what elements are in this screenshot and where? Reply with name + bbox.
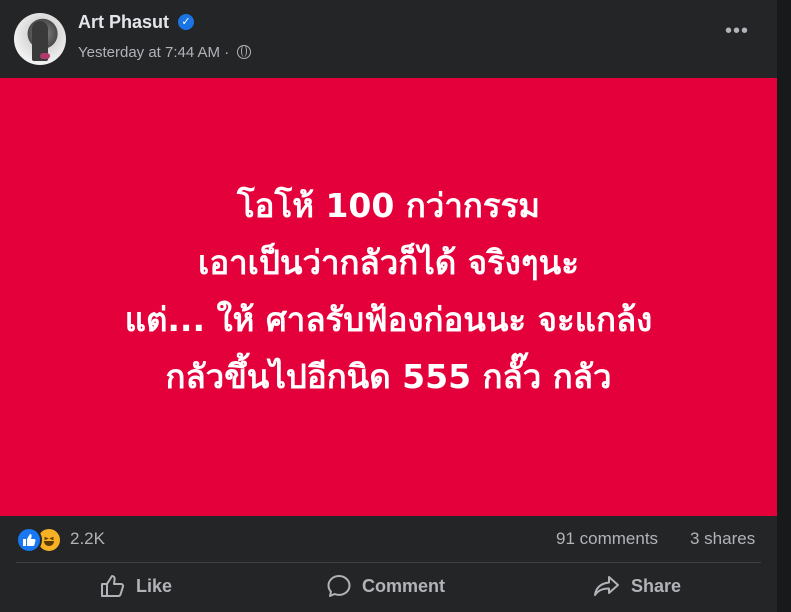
- share-button[interactable]: Share: [593, 563, 681, 609]
- post-timestamp[interactable]: Yesterday at 7:44 AM: [78, 44, 220, 61]
- post-text-line: กลัวขึ้นไปอีกนิด 555 กลั๊ว กลัว: [165, 357, 612, 396]
- like-reaction-icon[interactable]: [16, 527, 42, 553]
- verified-badge-icon: ✓: [178, 14, 194, 30]
- meta-separator: ·: [224, 44, 230, 61]
- share-label: Share: [631, 575, 682, 596]
- post-card: Art Phasut ✓ Yesterday at 7:44 AM · ••• …: [0, 0, 777, 612]
- avatar[interactable]: [14, 13, 66, 65]
- like-button[interactable]: Like: [100, 563, 172, 609]
- share-icon: [594, 576, 619, 596]
- post-text-line: โอโห้ 100 กว่ากรรม: [236, 186, 541, 225]
- post-stats: 2.2K 91 comments 3 shares: [0, 516, 777, 562]
- reaction-count[interactable]: 2.2K: [70, 529, 105, 549]
- post-text-line: แต่... ให้ ศาลรับฟ้องก่อนนะ จะแกล้ง: [124, 300, 653, 339]
- comment-label: Comment: [362, 575, 446, 596]
- more-options-icon[interactable]: •••: [722, 21, 752, 46]
- globe-icon[interactable]: [237, 45, 252, 59]
- page-background: [777, 0, 791, 612]
- shares-count[interactable]: 3 shares: [690, 529, 755, 549]
- comment-button[interactable]: Comment: [326, 563, 445, 609]
- like-icon: [101, 575, 125, 597]
- comments-count[interactable]: 91 comments: [556, 529, 658, 549]
- action-bar: Like Comment Share: [0, 563, 777, 612]
- post-header: Art Phasut ✓ Yesterday at 7:44 AM · •••: [0, 0, 777, 78]
- comment-icon: [327, 575, 351, 597]
- post-text: โอโห้ 100 กว่ากรรม เอาเป็นว่ากลัวก็ได้ จ…: [125, 177, 653, 405]
- post-text-line: เอาเป็นว่ากลัวก็ได้ จริงๆนะ: [198, 243, 579, 282]
- post-meta: Yesterday at 7:44 AM ·: [78, 44, 252, 61]
- post-content: โอโห้ 100 กว่ากรรม เอาเป็นว่ากลัวก็ได้ จ…: [0, 78, 777, 516]
- avatar-accent: [40, 53, 50, 59]
- like-label: Like: [136, 575, 173, 596]
- author-name[interactable]: Art Phasut: [78, 12, 169, 33]
